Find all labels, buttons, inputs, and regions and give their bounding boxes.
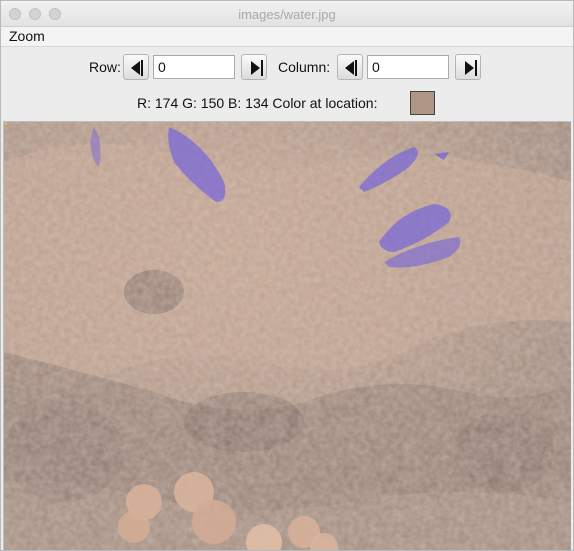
next-column-icon [465,61,474,75]
image-canvas[interactable] [3,121,571,550]
color-swatch [410,91,435,115]
prev-row-button[interactable] [123,54,149,80]
prev-column-icon [355,60,357,76]
selection-marker [4,122,7,125]
next-column-button[interactable] [455,54,481,80]
next-row-icon [251,61,260,75]
title-bar[interactable]: images/water.jpg [1,1,573,27]
column-label: Column: [278,59,331,75]
prev-column-button[interactable] [337,54,363,80]
pixel-controls: Row: Column: R: 174 G: 150 B: 134 Color … [1,47,573,119]
image-viewer-window: images/water.jpg Zoom Row: Column: R: 17… [0,0,574,551]
menu-zoom[interactable]: Zoom [9,28,45,44]
row-label: Row: [89,59,121,75]
color-readout: R: 174 G: 150 B: 134 Color at location: [137,95,378,111]
menu-bar: Zoom [1,27,573,47]
column-input[interactable] [367,55,449,79]
next-row-button[interactable] [241,54,267,80]
prev-row-icon [141,60,143,76]
window-title: images/water.jpg [238,7,336,22]
row-input[interactable] [153,55,235,79]
underwater-photo [4,122,571,550]
